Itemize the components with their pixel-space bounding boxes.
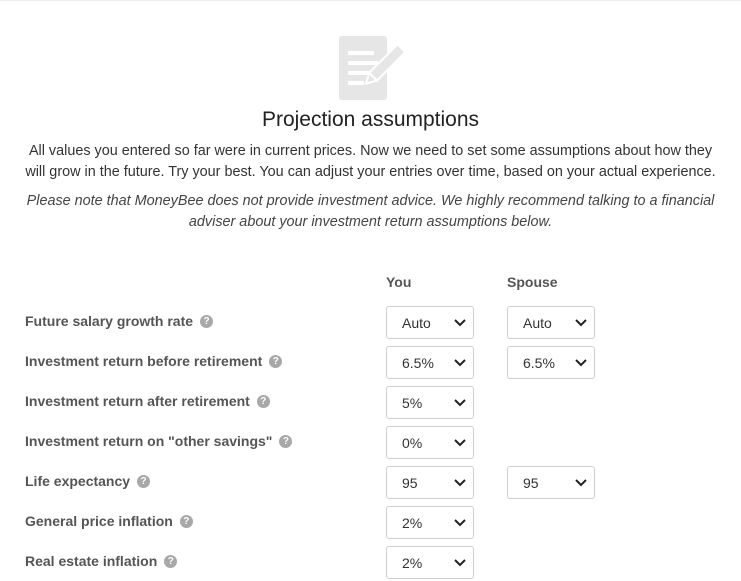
return-before-retirement-you-select[interactable]: 6.5% (386, 346, 474, 379)
help-icon[interactable]: ? (200, 314, 214, 328)
chevron-down-icon (575, 318, 587, 326)
select-value: 95 (523, 474, 539, 491)
disclaimer-text: Please note that MoneyBee does not provi… (26, 193, 715, 230)
chevron-down-icon (454, 558, 466, 566)
row-label-salary-growth: Future salary growth rate ? (25, 313, 214, 329)
assumptions-card: Projection assumptions All values you en… (0, 0, 741, 581)
help-icon[interactable]: ? (137, 474, 151, 488)
help-icon[interactable]: ? (179, 514, 193, 528)
label-text: Investment return after retirement (25, 393, 250, 409)
chevron-down-icon (454, 318, 466, 326)
chevron-down-icon (454, 358, 466, 366)
real-estate-inflation-you-select[interactable]: 2% (386, 546, 474, 579)
salary-growth-spouse-select[interactable]: Auto (507, 306, 595, 339)
chevron-down-icon (575, 478, 587, 486)
select-value: 0% (402, 434, 423, 451)
label-text: General price inflation (25, 513, 173, 529)
chevron-down-icon (454, 438, 466, 446)
return-other-savings-you-select[interactable]: 0% (386, 426, 474, 459)
row-label-general-inflation: General price inflation ? (25, 513, 193, 529)
column-header-spouse: Spouse (507, 274, 558, 290)
help-icon[interactable]: ? (164, 554, 178, 568)
select-value: Auto (402, 314, 431, 331)
select-value: Auto (523, 314, 552, 331)
select-value: 2% (402, 554, 423, 571)
select-value: 6.5% (402, 354, 434, 371)
return-after-retirement-you-select[interactable]: 5% (386, 386, 474, 419)
row-label-return-before-retirement: Investment return before retirement ? (25, 353, 283, 369)
row-label-real-estate-inflation: Real estate inflation ? (25, 553, 178, 569)
select-value: 5% (402, 394, 423, 411)
help-icon[interactable]: ? (256, 394, 270, 408)
select-value: 2% (402, 514, 423, 531)
chevron-down-icon (454, 398, 466, 406)
chevron-down-icon (454, 478, 466, 486)
document-edit-icon (339, 36, 404, 100)
help-icon[interactable]: ? (269, 354, 283, 368)
row-label-return-after-retirement: Investment return after retirement ? (25, 393, 270, 409)
label-text: Real estate inflation (25, 553, 158, 569)
salary-growth-you-select[interactable]: Auto (386, 306, 474, 339)
general-inflation-you-select[interactable]: 2% (386, 506, 474, 539)
intro-text: All values you entered so far were in cu… (25, 143, 716, 180)
select-value: 6.5% (523, 354, 555, 371)
row-label-life-expectancy: Life expectancy ? (25, 473, 151, 489)
column-header-you: You (386, 274, 412, 290)
life-expectancy-spouse-select[interactable]: 95 (507, 466, 595, 499)
label-text: Future salary growth rate (25, 313, 194, 329)
row-label-return-other-savings: Investment return on "other savings" ? (25, 433, 293, 449)
select-value: 95 (402, 474, 418, 491)
page-title: Projection assumptions (261, 108, 480, 131)
label-text: Investment return before retirement (25, 353, 263, 369)
chevron-down-icon (575, 358, 587, 366)
life-expectancy-you-select[interactable]: 95 (386, 466, 474, 499)
chevron-down-icon (454, 518, 466, 526)
return-before-retirement-spouse-select[interactable]: 6.5% (507, 346, 595, 379)
label-text: Life expectancy (25, 473, 131, 489)
label-text: Investment return on "other savings" (25, 433, 273, 449)
help-icon[interactable]: ? (279, 434, 293, 448)
